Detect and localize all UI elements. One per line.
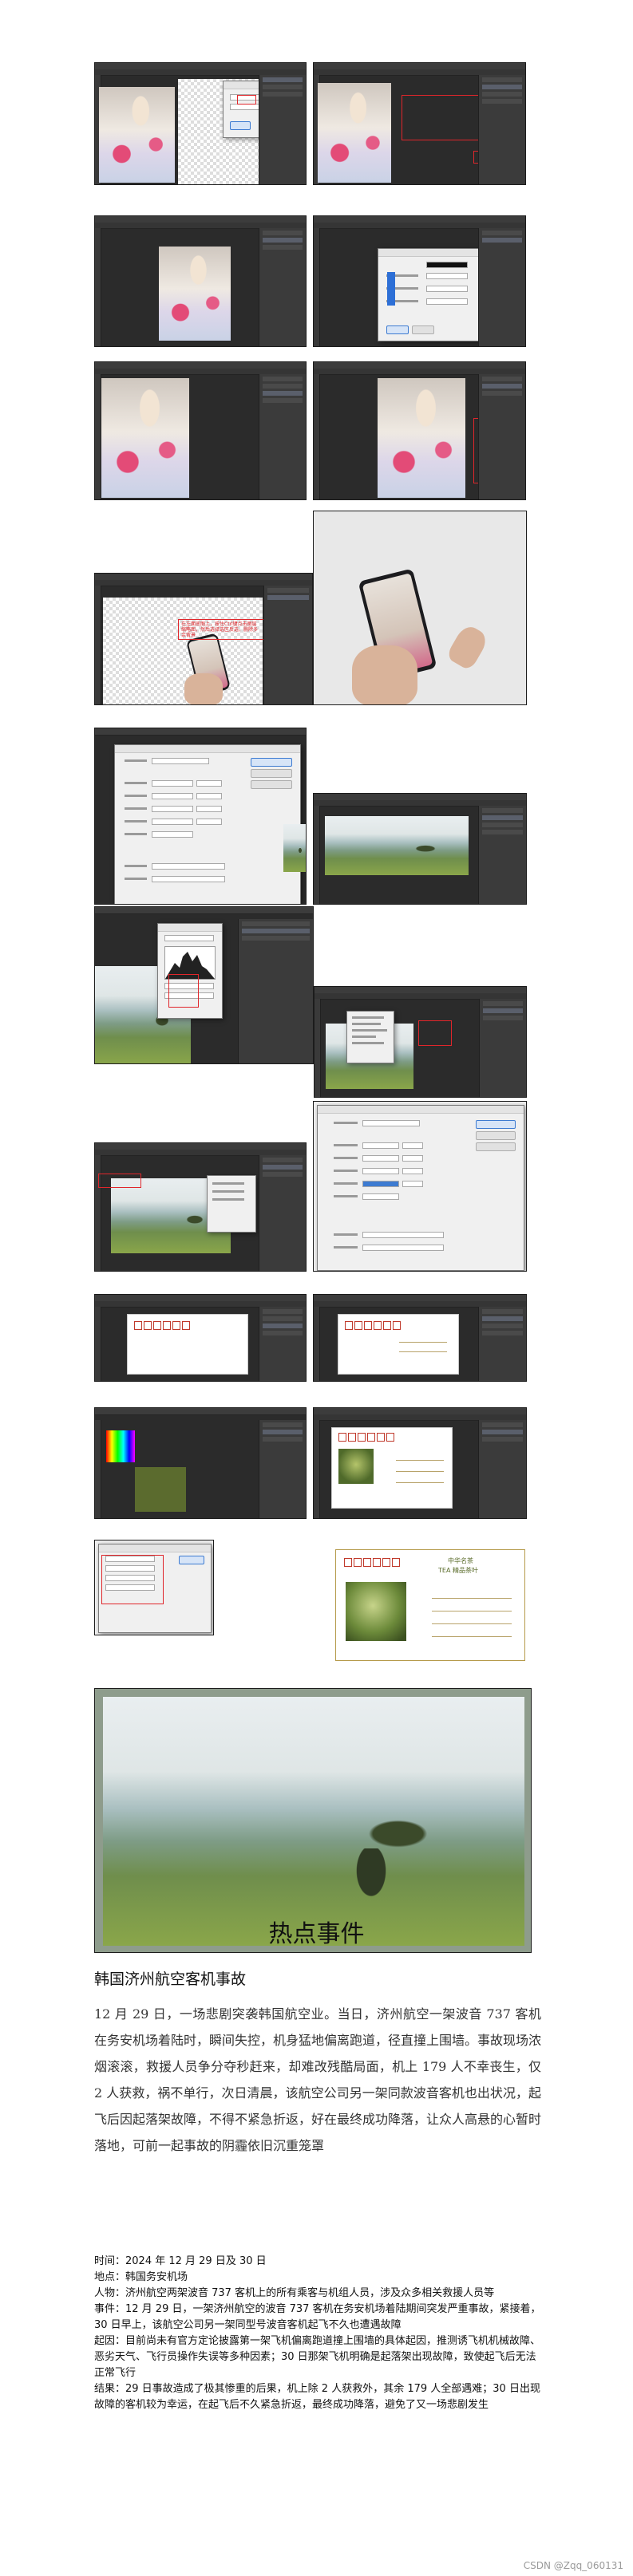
section-heading: 热点事件 [268,1920,365,1948]
tool-panel[interactable] [314,1420,320,1518]
postcard-canvas [127,1314,248,1375]
portrait-photo [99,87,175,183]
step-16-postcard-frame-layers [313,1294,527,1382]
step-5-layers-portrait [94,361,307,500]
highlight-box [237,95,256,105]
fact-result: 结果：29 日事故造成了极其惨重的后果，机上除 2 人获救外，其余 179 人全… [94,2383,540,2411]
transparent-canvas [103,598,263,704]
layers-panel[interactable] [258,1155,306,1271]
layers-panel[interactable] [478,1307,526,1381]
layers-panel[interactable] [258,75,306,184]
article-title: 韩国济州航空客机事故 [94,1970,247,1988]
new-document-dialog [114,744,301,904]
step-15-postcard-frame [94,1294,307,1382]
postal-code-boxes [344,1558,400,1567]
step-11-levels [94,906,314,1064]
tea-leaf-photo [338,1449,374,1484]
article-body: 12 月 29 日，一场悲剧突袭韩国航空业。当日，济州航空一架波音 737 客机… [94,2006,542,2153]
tool-panel[interactable] [314,374,320,499]
step-20-final-postcard: 中华名茶 TEA 精品茶叶 [335,1549,525,1661]
portrait-photo [101,378,189,498]
tea-photo [325,816,469,875]
color-picker[interactable] [106,1430,135,1462]
step-17-color-picker [94,1407,307,1519]
postal-code-boxes [134,1321,190,1330]
left-hand [352,645,417,704]
step-3-mask-portrait [94,215,307,347]
tool-panel[interactable] [314,228,320,346]
canvas-size-dialog [317,1105,524,1271]
tool-panel[interactable] [314,1307,320,1381]
fact-people: 人物：济州航空两架波音 737 客机上的所有乘客与机组人员，涉及众多相关救援人员… [94,2287,495,2299]
tool-panel[interactable] [314,806,320,904]
menu-bar[interactable] [95,907,313,914]
tool-panel[interactable] [95,1420,101,1518]
step-2-select-subject [313,62,526,185]
menu-bar[interactable] [95,1408,306,1415]
tool-panel[interactable] [315,999,321,1097]
postcard-subtitle: TEA 精品茶叶 [438,1567,478,1574]
fact-event: 事件：12 月 29 日，一架济州航空的波音 737 客机在务安机场着陆期间突发… [94,2303,541,2331]
step-7-transparent-canvas: 在左面底图上，按住Ctrl键点击图层缩略图，然后选择选区反选，删除多余背景 [94,573,313,705]
tool-panel[interactable] [95,1307,101,1381]
highlight-box [168,974,199,1008]
layers-panel[interactable] [477,228,525,346]
tool-panel[interactable] [95,1155,101,1271]
watermark: CSDN @Zqq_060131 [523,2560,623,2571]
portrait-photo [318,83,391,183]
step-6-adjust-portrait [313,361,526,500]
highlight-box [402,95,483,140]
tool-panel[interactable] [95,374,101,499]
step-8-phone-photo [313,511,527,705]
step-1-open-portrait [94,62,307,185]
layers-panel[interactable] [258,1420,306,1518]
step-19-character-panel [94,1540,214,1635]
step-9-new-document-dialog [94,728,307,905]
step-18-postcard-with-photo [313,1407,527,1519]
final-tea-photo [103,1697,524,1946]
layers-panel[interactable] [478,999,526,1097]
highlight-box [98,1174,141,1188]
layers-panel[interactable] [258,1307,306,1381]
menu-bar[interactable] [95,728,306,736]
tool-panel[interactable] [95,228,101,346]
layers-panel[interactable] [477,374,525,499]
layers-panel[interactable] [258,228,306,346]
fact-cause: 起因：目前尚未有官方定论披露第一架飞机偏离跑道撞上围墙的具体起因，推测诱飞机机械… [94,2335,541,2379]
tool-popup[interactable] [207,1175,256,1233]
layers-panel[interactable] [238,919,313,1063]
postcard-canvas [331,1427,453,1509]
postcard-title: 中华名茶 [448,1557,473,1564]
postal-code-boxes [345,1321,401,1330]
tea-preview [283,824,306,872]
portrait-photo [159,247,231,341]
step-12-context-menu [314,986,527,1098]
postal-code-boxes [338,1433,394,1442]
fact-place: 地点：韩国务安机场 [94,2271,188,2283]
layers-panel[interactable] [478,806,526,904]
postcard-canvas [338,1314,459,1375]
step-4-refine-edge-dialog [313,215,526,347]
fact-time: 时间：2024 年 12 月 29 日及 30 日 [94,2255,267,2267]
highlight-box [178,619,264,640]
step-10-place-tea-photo [313,793,527,905]
step-13-tea-layer [94,1142,307,1272]
highlight-box [418,1020,452,1046]
layers-panel[interactable] [263,586,312,704]
context-menu[interactable] [346,1011,394,1063]
tree [347,1848,395,1912]
facts-list: 时间：2024 年 12 月 29 日及 30 日 地点：韩国务安机场 人物：济… [94,2254,541,2413]
preview-swatch [387,272,395,306]
portrait-photo [378,378,465,498]
fill-swatch [135,1467,186,1512]
layers-panel[interactable] [477,75,525,184]
layers-panel[interactable] [478,1420,526,1518]
step-14-canvas-size-dialog [313,1101,527,1272]
tea-leaf-photo [346,1582,406,1641]
layers-panel[interactable] [258,374,306,499]
tool-panel[interactable] [95,586,101,704]
hand-cutout [184,673,223,704]
highlight-box [101,1555,164,1604]
